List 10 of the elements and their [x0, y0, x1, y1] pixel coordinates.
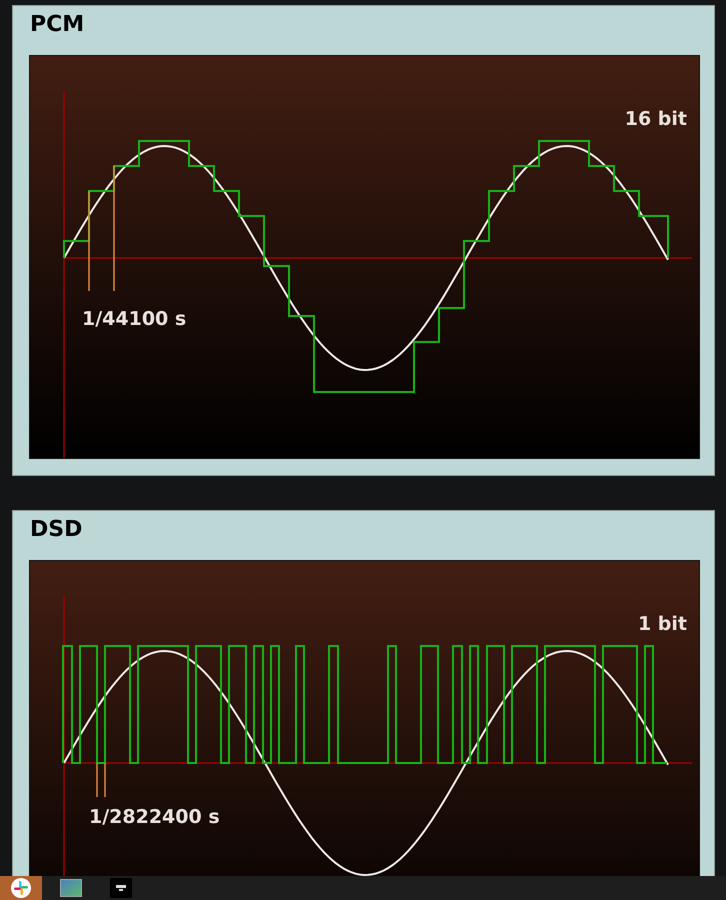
sample-period-label: 1/44100 s: [82, 308, 186, 330]
sample-period-label: 1/2822400 s: [89, 806, 220, 828]
image-icon: [60, 879, 82, 897]
bit-depth-label: 16 bit: [624, 108, 687, 130]
panel-title: PCM: [30, 12, 84, 37]
panel-title: DSD: [30, 517, 82, 542]
bit-depth-label: 1 bit: [638, 613, 687, 635]
sample-interval-marker: [96, 763, 106, 797]
terminal-icon: [110, 878, 132, 898]
app-icon: [11, 878, 31, 898]
